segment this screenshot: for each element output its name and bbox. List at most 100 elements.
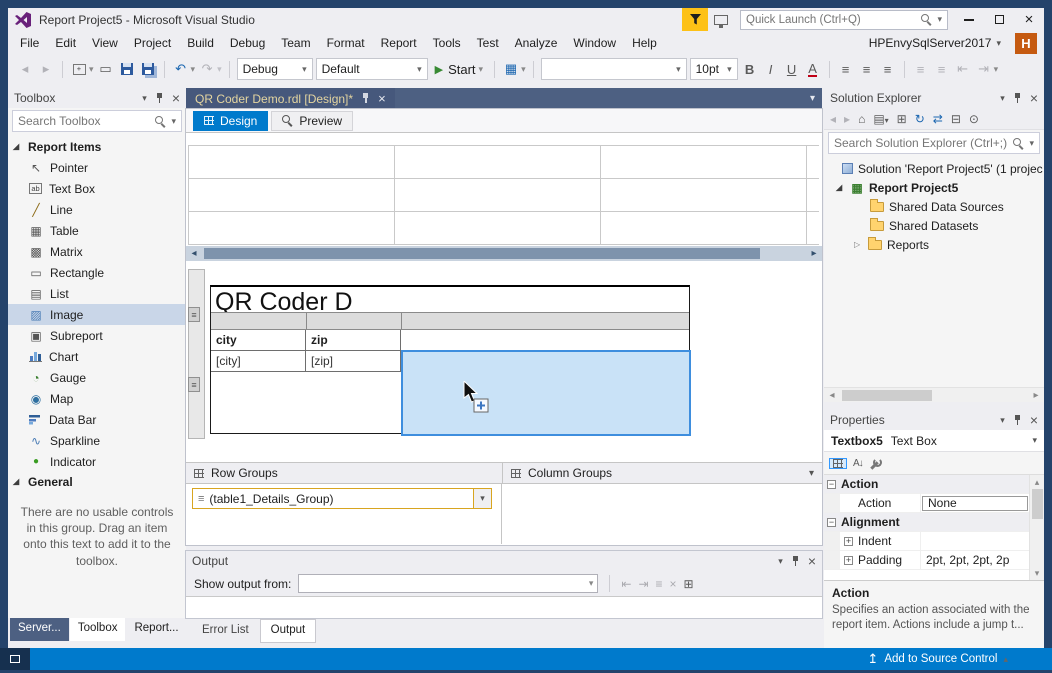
selected-image-cell[interactable] [401, 350, 691, 436]
scroll-left-icon[interactable]: ◂ [186, 248, 202, 259]
delete-icon[interactable]: × [670, 577, 677, 591]
solution-explorer-search[interactable]: ▾ [828, 132, 1040, 154]
toolbox-item-textbox[interactable]: abText Box [8, 178, 186, 199]
pin-icon[interactable] [791, 556, 800, 567]
refresh-icon[interactable]: ↻ [915, 112, 925, 126]
menu-debug[interactable]: Debug [222, 32, 273, 54]
toolbox-search-input[interactable] [18, 114, 150, 128]
tab-design[interactable]: Design [193, 111, 268, 131]
toolbox-item-sparkline[interactable]: ∿Sparkline [8, 430, 186, 451]
collapsed-icon[interactable]: ▷ [854, 241, 863, 249]
solution-explorer-header[interactable]: Solution Explorer ▾ × [824, 88, 1044, 108]
solution-search-input[interactable] [834, 136, 1008, 150]
signed-in-account[interactable]: HPEnvySqlServer2017 ▾ [869, 36, 1001, 50]
detail-cell-city[interactable]: [city] [211, 351, 306, 372]
save-all-button[interactable] [139, 58, 157, 80]
toolbox-item-table[interactable]: ▦Table [8, 220, 186, 241]
start-debug-button[interactable]: ▶ Start ▾ [431, 58, 487, 80]
column-divider[interactable] [306, 313, 307, 329]
menu-file[interactable]: File [12, 32, 47, 54]
close-icon[interactable]: × [172, 91, 180, 105]
previous-message-icon[interactable]: ⇤ [621, 577, 631, 591]
menu-edit[interactable]: Edit [47, 32, 84, 54]
scroll-down-icon[interactable]: ▾ [1035, 566, 1040, 580]
design-horizontal-scrollbar[interactable]: ◂ ▸ [186, 246, 822, 261]
collapse-all-icon[interactable]: ⊟ [951, 112, 961, 126]
chevron-down-icon[interactable]: ▾ [171, 116, 176, 127]
properties-header[interactable]: Properties ▾ × [824, 410, 1044, 430]
toolbox-item-indicator[interactable]: ●Indicator [8, 451, 186, 472]
tab-error-list[interactable]: Error List [192, 620, 259, 642]
output-content[interactable] [186, 596, 822, 618]
numbered-list-icon[interactable]: ≡ [933, 58, 951, 80]
window-position-icon[interactable]: ▾ [1000, 93, 1005, 104]
property-pages-icon[interactable] [869, 457, 882, 470]
chevron-down-icon[interactable]: ▾ [191, 64, 196, 75]
menu-format[interactable]: Format [319, 32, 373, 54]
italic-button[interactable]: I [762, 58, 780, 80]
tree-item-project[interactable]: ◢ ▦ Report Project5 [824, 178, 1044, 197]
tab-toolbox[interactable]: Toolbox [70, 618, 126, 641]
output-source-dropdown[interactable]: ▾ [298, 574, 598, 593]
align-right-icon[interactable]: ≡ [879, 58, 897, 80]
expanded-icon[interactable]: ◢ [836, 184, 845, 192]
toolbox-item-line[interactable]: ╱Line [8, 199, 186, 220]
toolbox-item-rectangle[interactable]: ▭Rectangle [8, 262, 186, 283]
notifications-button[interactable] [682, 8, 708, 31]
toolbox-group-general[interactable]: ◢ General [8, 472, 186, 492]
scrollbar-thumb[interactable] [842, 390, 932, 401]
report-title-textbox[interactable]: QR Coder D [211, 287, 689, 312]
sync-icon[interactable]: ⇄ [933, 112, 943, 126]
property-value[interactable]: None [922, 496, 1028, 511]
navigate-forward-icon[interactable]: ▸ [37, 58, 55, 80]
design-surface-report[interactable]: ≡ ≡ QR Coder D city zip [city] [186, 261, 822, 462]
find-in-files-icon[interactable]: ▦ [502, 58, 520, 80]
collapse-icon[interactable]: − [827, 480, 836, 489]
scroll-up-icon[interactable]: ▴ [1035, 475, 1040, 489]
word-wrap-icon[interactable]: ⊞ [684, 577, 694, 591]
new-project-button[interactable]: + [70, 58, 88, 80]
property-row-padding[interactable]: +Padding 2pt, 2pt, 2pt, 2p [824, 551, 1044, 570]
toolbox-item-chart[interactable]: Chart [8, 346, 186, 367]
chevron-down-icon[interactable]: ▾ [521, 64, 526, 75]
header-cell-empty[interactable] [401, 330, 689, 351]
align-left-icon[interactable]: ≡ [837, 58, 855, 80]
font-color-button[interactable]: A [804, 58, 822, 80]
empty-tablix-grid[interactable] [188, 145, 819, 245]
tab-report-data[interactable]: Report... [126, 618, 186, 641]
property-row-indent[interactable]: +Indent [824, 532, 1044, 551]
toolbox-item-list[interactable]: ▤List [8, 283, 186, 304]
menu-team[interactable]: Team [273, 32, 318, 54]
property-group-alignment[interactable]: − Alignment [824, 513, 1044, 532]
underline-button[interactable]: U [783, 58, 801, 80]
expand-icon[interactable]: + [844, 537, 853, 546]
toolbox-group-report-items[interactable]: ◢ Report Items [8, 137, 186, 157]
scroll-left-icon[interactable]: ◂ [824, 390, 840, 401]
property-value[interactable] [921, 532, 1044, 550]
categorized-button[interactable] [829, 458, 847, 469]
close-button[interactable]: × [1014, 8, 1044, 31]
tree-item-shared-datasets[interactable]: Shared Datasets [824, 216, 1044, 235]
pin-icon[interactable] [1013, 415, 1022, 426]
send-feedback-button[interactable] [708, 8, 734, 31]
window-position-icon[interactable]: ▾ [142, 93, 147, 104]
alphabetical-icon[interactable]: A↓ [853, 458, 863, 469]
document-tab[interactable]: QR Coder Demo.rdl [Design]* × [186, 88, 395, 109]
menu-view[interactable]: View [84, 32, 126, 54]
home-icon[interactable]: ⌂ [858, 112, 865, 126]
open-file-icon[interactable]: ▭ [97, 58, 115, 80]
save-button[interactable] [118, 58, 136, 80]
close-icon[interactable]: × [378, 92, 386, 105]
toolbox-item-matrix[interactable]: ▩Matrix [8, 241, 186, 262]
toolbox-item-map[interactable]: ◉Map [8, 388, 186, 409]
row-groups-header[interactable]: Row Groups [186, 466, 502, 480]
scrollbar-thumb[interactable] [1032, 489, 1043, 519]
menu-test[interactable]: Test [469, 32, 507, 54]
minimize-button[interactable] [954, 8, 984, 31]
window-position-icon[interactable]: ▾ [778, 556, 783, 567]
chevron-down-icon[interactable]: ▾ [217, 64, 222, 75]
menu-project[interactable]: Project [126, 32, 179, 54]
menu-window[interactable]: Window [565, 32, 624, 54]
property-group-action[interactable]: − Action [824, 475, 1044, 494]
font-name-dropdown[interactable]: ▾ [541, 58, 687, 80]
